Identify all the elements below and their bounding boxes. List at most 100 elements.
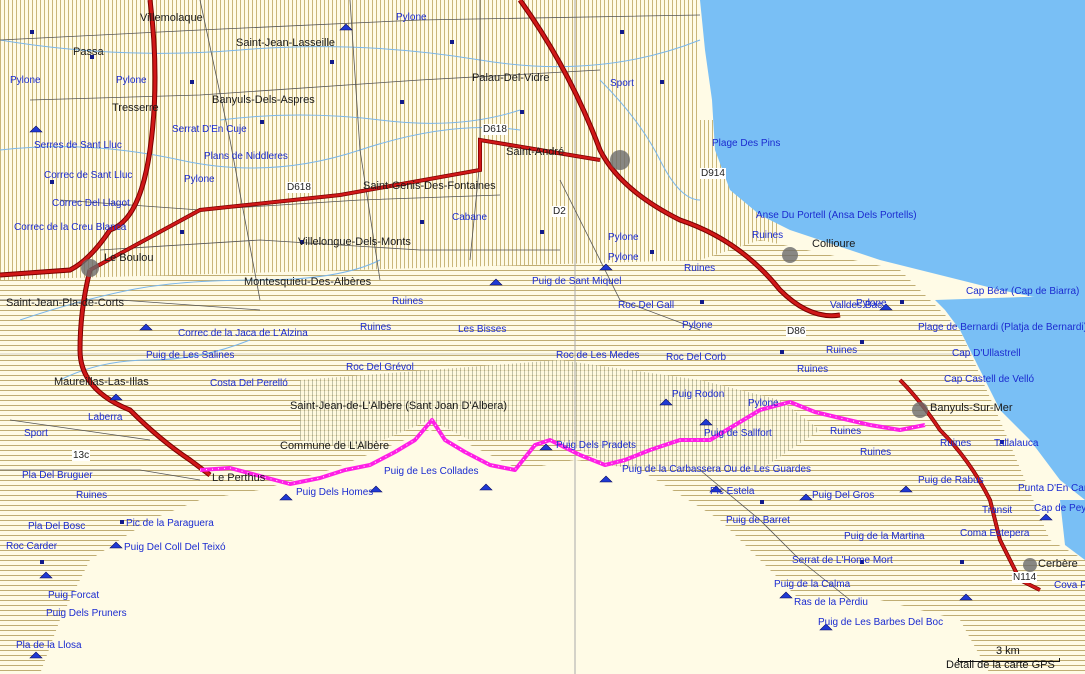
poi-roc-de-les-medes[interactable]: Roc de Les Medes [556,350,639,361]
poi-puig-dels-homes[interactable]: Puig Dels Homes [296,487,373,498]
poi-roc-del-grevol[interactable]: Roc Del Grévol [346,362,414,373]
poi-pylone[interactable]: Pylone [396,12,427,23]
poi-ruines[interactable]: Ruines [940,438,971,449]
poi-puig-sallfort[interactable]: Puig de Sallfort [704,428,772,439]
town-saint-genis[interactable]: Saint-Genis-Des-Fontaines [363,180,496,192]
poi-pla-del-bosc[interactable]: Pla Del Bosc [28,521,85,532]
poi-pla-de-la-llosa[interactable]: Pla de la Llosa [16,640,82,651]
poi-pylone[interactable]: Pylone [682,320,713,331]
town-villemolaque[interactable]: Villemolaque [140,12,203,24]
poi-serrat-en-cuje[interactable]: Serrat D'En Cuje [172,124,247,135]
poi-correc-del-llagot[interactable]: Correc Del Llagot [52,198,130,209]
poi-transit[interactable]: Transit [982,505,1012,516]
scale-distance: 3 km [996,645,1020,657]
poi-coma-estepera[interactable]: Coma Estepera [960,528,1029,539]
poi-ruines[interactable]: Ruines [392,296,423,307]
town-tresserre[interactable]: Tresserre [112,102,159,114]
poi-ras-perdiu[interactable]: Ras de la Perdiu [794,597,868,608]
poi-puig-calma[interactable]: Puig de la Calma [774,579,850,590]
poi-puig-sant-miquel[interactable]: Puig de Sant Miquel [532,276,622,287]
poi-puig-rodon[interactable]: Puig Rodon [672,389,724,400]
poi-sport[interactable]: Sport [610,78,634,89]
town-saint-jean-lasseille[interactable]: Saint-Jean-Lasseille [236,37,335,49]
town-le-boulou[interactable]: Le Boulou [104,252,154,264]
poi-pylone[interactable]: Pylone [608,232,639,243]
poi-roc-del-gall[interactable]: Roc Del Gall [618,300,674,311]
poi-puig-coll-teixo[interactable]: Puig Del Coll Del Teixó [124,542,226,553]
poi-correc-creu-blanca[interactable]: Correc de la Creu Blanca [14,222,126,233]
town-saint-andre[interactable]: Saint-André [506,146,564,158]
poi-ruines[interactable]: Ruines [826,345,857,356]
poi-ruines[interactable]: Ruines [360,322,391,333]
town-saint-jean-pla-de-corts[interactable]: Saint-Jean-Pla-de-Corts [6,297,124,309]
poi-ruines[interactable]: Ruines [76,490,107,501]
poi-ruines[interactable]: Ruines [830,426,861,437]
poi-cabane[interactable]: Cabane [452,212,487,223]
poi-serrat-home-mort[interactable]: Serrat de L'Home Mort [792,555,893,566]
poi-valldes-bac[interactable]: Valldes Bac [830,300,882,311]
town-cerbere[interactable]: Cerbère [1038,558,1078,570]
poi-laberra[interactable]: Laberra [88,412,122,423]
scale-bar: 3 km Détail de la carte GPS [946,645,1076,671]
poi-plage-bernardi[interactable]: Plage de Bernardi (Platja de Bernardi) [918,322,1085,333]
poi-pic-estela[interactable]: Pic Estela [710,486,754,497]
poi-puig-barret[interactable]: Puig de Barret [726,515,790,526]
gps-map[interactable]: Villemolaque Saint-Jean-Lasseille Passa … [0,0,1085,674]
poi-anse-portell[interactable]: Anse Du Portell (Ansa Dels Portells) [756,210,917,221]
town-banyuls-sur-mer[interactable]: Banyuls-Sur-Mer [930,402,1013,414]
poi-punta-en-canadell[interactable]: Punta D'En Canadell [1018,483,1085,494]
poi-pylone[interactable]: Pylone [608,252,639,263]
poi-puig-forcat[interactable]: Puig Forcat [48,590,99,601]
town-villelongue[interactable]: Villelongue-Dels-Monts [298,236,411,248]
poi-cap-castell-vello[interactable]: Cap Castell de Velló [944,374,1034,385]
poi-ruines[interactable]: Ruines [860,447,891,458]
poi-pylone[interactable]: Pylone [748,398,779,409]
poi-cap-bear[interactable]: Cap Béar (Cap de Biarra) [966,286,1079,297]
poi-puig-collades[interactable]: Puig de Les Collades [384,466,479,477]
poi-cap-de-peyrefite[interactable]: Cap de Peyrefite [1034,503,1085,514]
poi-puig-dels-pradets[interactable]: Puig Dels Pradets [556,440,636,451]
poi-roc-carder[interactable]: Roc Carder [6,541,57,552]
poi-correc-sant-lluc[interactable]: Correc de Sant Lluc [44,170,132,181]
town-commune-albere[interactable]: Commune de L'Albère [280,440,389,452]
poi-pic-paraguera[interactable]: Pic de la Paraguera [126,518,214,529]
poi-correc-jaca-alzina[interactable]: Correc de la Jaca de L'Alzina [178,328,308,339]
poi-pylone[interactable]: Pylone [184,174,215,185]
poi-puig-de-les-salines[interactable]: Puig de Les Salines [146,350,234,361]
poi-ruines[interactable]: Ruines [752,230,783,241]
poi-puig-rabus[interactable]: Puig de Rabus [918,475,984,486]
town-banyuls-dels-aspres[interactable]: Banyuls-Dels-Aspres [212,94,315,106]
poi-puig-pruners[interactable]: Puig Dels Pruners [46,608,127,619]
poi-tallalauca[interactable]: Tallalauca [994,438,1038,449]
poi-cap-ullastrell[interactable]: Cap D'Ullastrell [952,348,1021,359]
poi-plage-des-pins[interactable]: Plage Des Pins [712,138,780,149]
poi-roc-del-corb[interactable]: Roc Del Corb [666,352,726,363]
poi-puig-del-gros[interactable]: Puig Del Gros [812,490,874,501]
poi-pylone[interactable]: Pylone [116,75,147,86]
poi-serres-sant-lluc[interactable]: Serres de Sant Lluc [34,140,122,151]
poi-puig-barbes-boc[interactable]: Puig de Les Barbes Del Boc [818,617,943,628]
scale-caption: Détail de la carte GPS [946,659,1055,671]
poi-cova-pepa[interactable]: Cova Pepa [1054,580,1085,591]
poi-costa-perello[interactable]: Costa Del Perelló [210,378,288,389]
poi-puig-martina[interactable]: Puig de la Martina [844,531,925,542]
poi-ruines[interactable]: Ruines [797,364,828,375]
poi-pylone[interactable]: Pylone [10,75,41,86]
town-passa[interactable]: Passa [73,46,104,58]
poi-ruines[interactable]: Ruines [684,263,715,274]
poi-les-bisses[interactable]: Les Bisses [458,324,506,335]
town-palau-del-vidre[interactable]: Palau-Del-Vidre [472,72,549,84]
town-le-perthus[interactable]: Le Perthus [212,472,265,484]
town-collioure[interactable]: Collioure [812,238,855,250]
map-canvas [0,0,1085,674]
road-d2: D2 [552,206,567,217]
town-saint-jean-albere[interactable]: Saint-Jean-de-L'Albère (Sant Joan D'Albe… [290,400,507,412]
poi-plans-niddleres[interactable]: Plans de Niddleres [204,151,288,162]
poi-pla-del-bruguer[interactable]: Pla Del Bruguer [22,470,93,481]
poi-sport[interactable]: Sport [24,428,48,439]
town-montesquieu[interactable]: Montesquieu-Des-Albères [244,276,371,288]
road-d13c: 13c [72,450,91,461]
road-n114: N114 [1012,572,1038,583]
poi-puig-carbassera[interactable]: Puig de la Carbassera Ou de Les Guardes [622,464,811,475]
town-maureillas[interactable]: Maureillas-Las-Illas [54,376,149,388]
